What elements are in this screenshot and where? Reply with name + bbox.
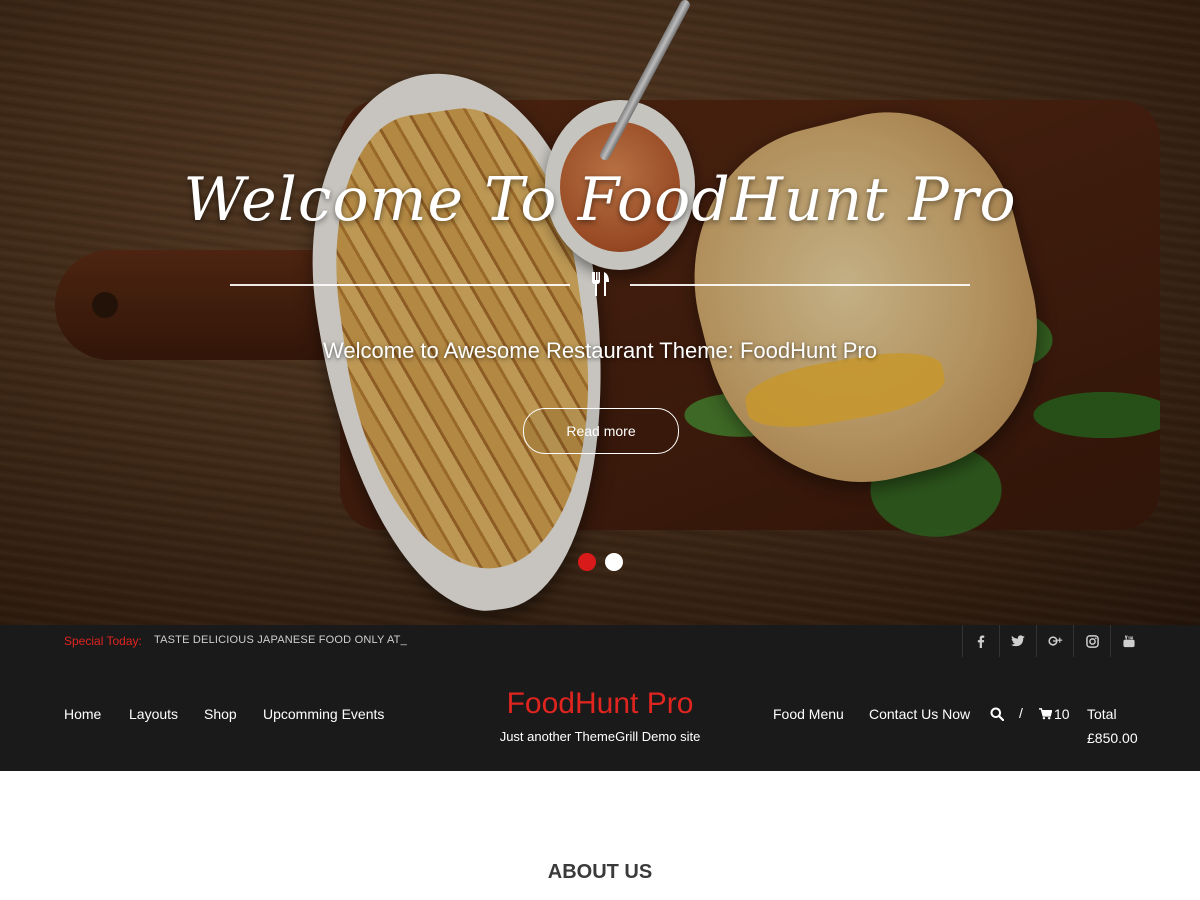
cart-total-label: Total [1087,706,1117,722]
cart-total-value: £850.00 [1087,730,1138,746]
nav-contact-us-now[interactable]: Contact Us Now [869,706,970,722]
hero-divider-left [230,284,570,286]
special-today-ticker[interactable]: TASTE DELICIOUS JAPANESE FOOD ONLY AT_ [154,634,407,646]
twitter-icon[interactable] [999,625,1036,657]
hero-divider-right [630,284,970,286]
cart-count[interactable]: 10 [1054,706,1070,722]
special-today-label: Special Today: [64,634,142,648]
nav-food-menu[interactable]: Food Menu [773,706,844,722]
hero-overlay [0,0,1200,625]
facebook-icon[interactable] [962,625,999,657]
hero-slider: Welcome To FoodHunt Pro Welcome to Aweso… [0,0,1200,625]
hero-title: Welcome To FoodHunt Pro [183,165,1017,235]
slider-dot-2[interactable] [605,553,623,571]
google-plus-icon[interactable] [1036,625,1073,657]
about-us-heading: ABOUT US [547,861,653,883]
site-tagline: Just another ThemeGrill Demo site [499,729,701,744]
hero-subtitle: Welcome to Awesome Restaurant Theme: Foo… [323,338,877,363]
youtube-icon[interactable] [1110,625,1147,657]
fork-knife-icon [592,272,609,296]
nav-separator: / [1019,705,1023,721]
cart-icon[interactable] [1039,708,1052,720]
top-bar: Special Today: TASTE DELICIOUS JAPANESE … [0,625,1200,658]
read-more-button[interactable]: Read more [523,408,679,454]
search-icon[interactable] [990,707,1004,721]
slider-dot-1[interactable] [578,553,596,571]
main-navigation: Home Layouts Shop Upcomming Events FoodH… [0,657,1200,771]
instagram-icon[interactable] [1073,625,1110,657]
